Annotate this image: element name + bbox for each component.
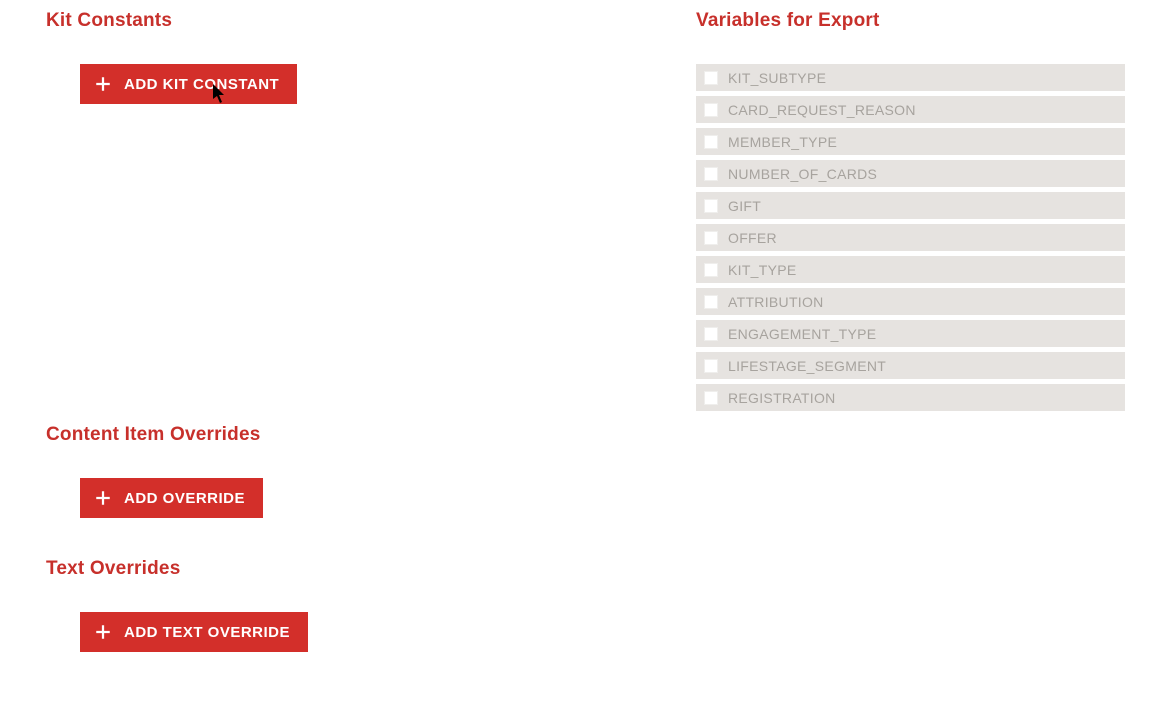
variable-row[interactable]: CARD_REQUEST_REASON	[696, 96, 1125, 123]
variable-row[interactable]: MEMBER_TYPE	[696, 128, 1125, 155]
variable-label: ENGAGEMENT_TYPE	[728, 326, 876, 342]
variable-label: KIT_SUBTYPE	[728, 70, 826, 86]
plus-icon	[94, 75, 112, 93]
variables-list: KIT_SUBTYPE CARD_REQUEST_REASON MEMBER_TYP…	[696, 64, 1125, 411]
variables-for-export-heading: Variables for Export	[696, 10, 1125, 32]
variable-checkbox[interactable]	[704, 327, 718, 341]
variable-checkbox[interactable]	[704, 103, 718, 117]
variable-checkbox[interactable]	[704, 135, 718, 149]
variable-checkbox[interactable]	[704, 231, 718, 245]
variable-label: OFFER	[728, 230, 777, 246]
variable-label: MEMBER_TYPE	[728, 134, 837, 150]
content-item-overrides-section: Content Item Overrides ADD OVERRIDE	[46, 424, 656, 518]
variable-row[interactable]: KIT_SUBTYPE	[696, 64, 1125, 91]
plus-icon	[94, 489, 112, 507]
variable-row[interactable]: LIFESTAGE_SEGMENT	[696, 352, 1125, 379]
variable-label: CARD_REQUEST_REASON	[728, 102, 916, 118]
variable-row[interactable]: GIFT	[696, 192, 1125, 219]
text-overrides-section: Text Overrides ADD TEXT OVERRIDE	[46, 558, 656, 652]
variable-row[interactable]: KIT_TYPE	[696, 256, 1125, 283]
content-item-overrides-heading: Content Item Overrides	[46, 424, 656, 446]
variable-row[interactable]: NUMBER_OF_CARDS	[696, 160, 1125, 187]
variable-row[interactable]: ENGAGEMENT_TYPE	[696, 320, 1125, 347]
variable-checkbox[interactable]	[704, 167, 718, 181]
variables-for-export-section: Variables for Export KIT_SUBTYPE CARD_REQ…	[696, 10, 1125, 411]
text-overrides-heading: Text Overrides	[46, 558, 656, 580]
variable-row[interactable]: REGISTRATION	[696, 384, 1125, 411]
variable-checkbox[interactable]	[704, 359, 718, 373]
add-text-override-button[interactable]: ADD TEXT OVERRIDE	[80, 612, 308, 652]
variable-checkbox[interactable]	[704, 263, 718, 277]
variable-row[interactable]: OFFER	[696, 224, 1125, 251]
add-override-label: ADD OVERRIDE	[124, 490, 245, 507]
variable-label: REGISTRATION	[728, 390, 836, 406]
kit-constants-heading: Kit Constants	[46, 10, 656, 32]
variable-label: NUMBER_OF_CARDS	[728, 166, 877, 182]
add-kit-constant-label: ADD KIT CONSTANT	[124, 76, 279, 93]
variable-label: ATTRIBUTION	[728, 294, 824, 310]
variable-label: GIFT	[728, 198, 761, 214]
plus-icon	[94, 623, 112, 641]
add-text-override-label: ADD TEXT OVERRIDE	[124, 624, 290, 641]
variable-label: LIFESTAGE_SEGMENT	[728, 358, 886, 374]
variable-row[interactable]: ATTRIBUTION	[696, 288, 1125, 315]
variable-checkbox[interactable]	[704, 391, 718, 405]
variable-checkbox[interactable]	[704, 71, 718, 85]
variable-checkbox[interactable]	[704, 295, 718, 309]
add-override-button[interactable]: ADD OVERRIDE	[80, 478, 263, 518]
kit-constants-section: Kit Constants ADD KIT CONSTANT	[46, 10, 656, 104]
variable-checkbox[interactable]	[704, 199, 718, 213]
variable-label: KIT_TYPE	[728, 262, 797, 278]
add-kit-constant-button[interactable]: ADD KIT CONSTANT	[80, 64, 297, 104]
